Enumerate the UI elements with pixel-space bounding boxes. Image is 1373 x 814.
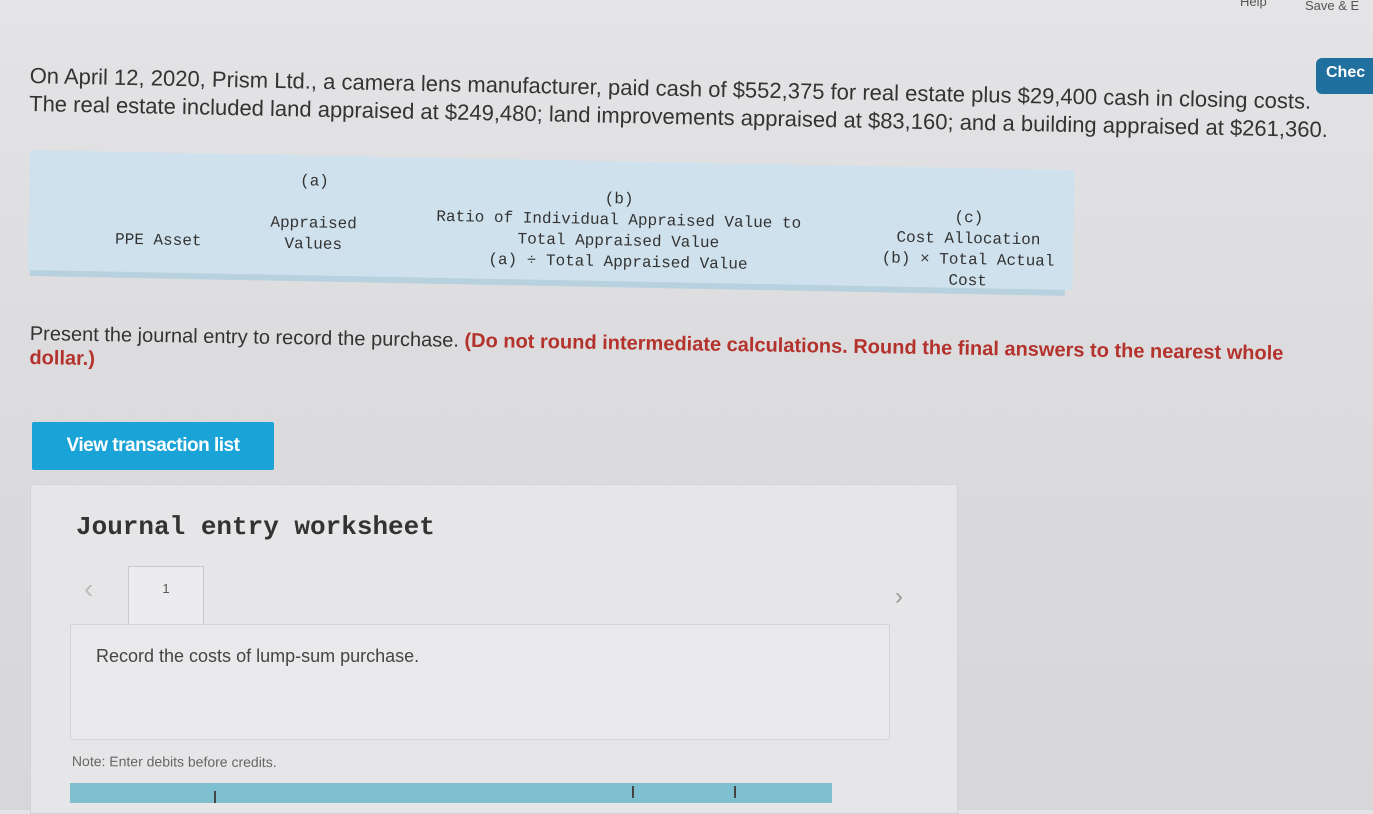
column-divider (214, 791, 216, 803)
col-a-letter: (a) (299, 172, 330, 191)
col-a-line2: Values (284, 234, 343, 255)
record-instruction-box (70, 624, 890, 740)
column-divider (734, 786, 736, 798)
save-exit-button[interactable]: Save & E (1305, 0, 1359, 13)
journal-table-header-bar (70, 783, 832, 803)
worksheet-title: Journal entry worksheet (76, 512, 435, 542)
column-divider (632, 786, 634, 798)
ppe-asset-header: PPE Asset (114, 230, 202, 251)
chevron-left-icon[interactable]: ‹ (84, 573, 93, 605)
ratio-header: (b) Ratio of Individual Appraised Value … (428, 186, 810, 277)
chevron-right-icon[interactable]: › (895, 583, 903, 611)
view-transaction-list-button[interactable]: View transaction list (32, 422, 274, 470)
instructions: Present the journal entry to record the … (29, 322, 1290, 390)
debit-credit-note: Note: Enter debits before credits. (71, 753, 277, 771)
allocation-table-header: PPE Asset (a) Appraised Values (b) Ratio… (27, 150, 1075, 293)
cost-allocation-header: (c) Cost Allocation (b) × Total Actual C… (877, 206, 1059, 293)
col-a-line1: Appraised (270, 213, 358, 234)
help-link[interactable]: Help (1240, 0, 1267, 9)
problem-statement: On April 12, 2020, Prism Ltd., a camera … (29, 62, 1330, 144)
worksheet-page-tab[interactable]: 1 (128, 566, 204, 624)
col-c-line2: (b) × Total Actual (881, 249, 1055, 271)
appraised-values-header: (a) Appraised Values (253, 170, 375, 256)
record-instruction-text: Record the costs of lump-sum purchase. (96, 646, 420, 666)
